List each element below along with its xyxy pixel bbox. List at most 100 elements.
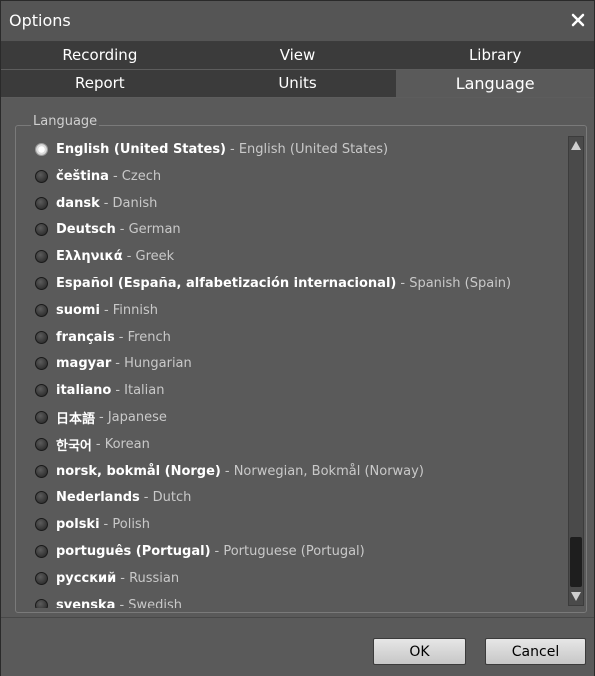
language-option[interactable]: Español (España, alfabetización internac…: [35, 272, 511, 294]
language-option[interactable]: suomi - Finnish: [35, 299, 158, 321]
radio-icon[interactable]: [35, 222, 48, 236]
language-english-name: - Norwegian, Bokmål (Norway): [225, 464, 424, 479]
radio-icon[interactable]: [35, 517, 48, 531]
language-option[interactable]: Nederlands - Dutch: [35, 486, 191, 508]
close-icon[interactable]: [570, 12, 586, 28]
language-option[interactable]: svenska - Swedish: [35, 594, 182, 608]
language-english-label: Polish: [112, 516, 150, 532]
radio-icon[interactable]: [35, 464, 48, 478]
radio-icon[interactable]: [35, 303, 48, 317]
separator: -: [119, 597, 129, 609]
language-option[interactable]: English (United States) - English (United…: [35, 138, 388, 160]
language-english-label: Czech: [121, 168, 162, 184]
language-english-label: Norwegian, Bokmål (Norway): [233, 463, 424, 479]
language-english-name: - Hungarian: [115, 356, 191, 371]
language-option[interactable]: dansk - Danish: [35, 192, 157, 214]
language-native-name: Ελληνικά: [56, 248, 123, 264]
radio-icon[interactable]: [35, 330, 48, 344]
tab-report[interactable]: Report: [1, 70, 199, 97]
separator: -: [126, 248, 136, 264]
language-option[interactable]: italiano - Italian: [35, 379, 164, 401]
language-english-name: - German: [120, 222, 181, 237]
radio-icon[interactable]: [35, 276, 48, 290]
language-option[interactable]: 日本語 - Japanese: [35, 406, 167, 428]
language-option[interactable]: čeština - Czech: [35, 165, 161, 187]
radio-icon[interactable]: [35, 356, 48, 370]
tab-row-1: Recording View Library: [1, 42, 594, 69]
scrollbar[interactable]: [568, 136, 584, 606]
language-native-name: 日本語: [56, 411, 96, 427]
language-english-label: Portuguese (Portugal): [223, 543, 365, 559]
language-english-label: Japanese: [107, 409, 167, 425]
options-dialog: Options Recording View Library Report Un…: [0, 0, 595, 676]
language-option[interactable]: magyar - Hungarian: [35, 352, 192, 374]
separator: -: [99, 409, 108, 425]
language-option[interactable]: 한국어 - Korean: [35, 433, 150, 455]
cancel-button[interactable]: Cancel: [485, 638, 586, 665]
tab-library[interactable]: Library: [396, 42, 594, 69]
radio-icon[interactable]: [35, 249, 48, 263]
language-english-name: - Danish: [104, 196, 158, 211]
tab-strip: Recording View Library Report Units Lang…: [1, 42, 595, 98]
radio-icon[interactable]: [35, 437, 48, 451]
language-option[interactable]: Ελληνικά - Greek: [35, 245, 174, 267]
language-option[interactable]: português (Portugal) - Portuguese (Portug…: [35, 540, 365, 562]
arrow-down-icon[interactable]: [569, 587, 583, 605]
language-native-name: italiano: [56, 382, 112, 398]
language-native-name: norsk, bokmål (Norge): [56, 463, 221, 479]
language-native-name: русский: [56, 570, 117, 586]
language-panel: Language English (United States) - Englis…: [1, 98, 594, 617]
language-english-label: German: [128, 221, 181, 237]
arrow-up-icon[interactable]: [569, 137, 583, 155]
radio-icon[interactable]: [35, 598, 48, 608]
separator: -: [230, 141, 239, 157]
language-english-label: Italian: [124, 382, 165, 398]
radio-icon[interactable]: [35, 196, 48, 210]
language-english-name: - French: [119, 330, 171, 345]
tab-view[interactable]: View: [199, 42, 397, 69]
button-bar: OK Cancel: [1, 617, 594, 676]
radio-icon[interactable]: [35, 571, 48, 585]
language-option[interactable]: norsk, bokmål (Norge) - Norwegian, Bokmål…: [35, 460, 424, 482]
ok-button[interactable]: OK: [373, 638, 466, 665]
radio-icon[interactable]: [35, 142, 48, 156]
radio-icon[interactable]: [35, 544, 48, 558]
separator: -: [95, 436, 105, 452]
language-native-name: dansk: [56, 195, 100, 211]
language-english-label: Finnish: [112, 302, 159, 318]
language-english-name: - Swedish: [119, 598, 182, 609]
tab-language[interactable]: Language: [396, 70, 595, 97]
language-native-name: Español (España, alfabetización internac…: [56, 275, 397, 291]
language-option[interactable]: русский - Russian: [35, 567, 179, 589]
radio-icon[interactable]: [35, 383, 48, 397]
tab-recording[interactable]: Recording: [1, 42, 199, 69]
language-option[interactable]: polski - Polish: [35, 513, 150, 535]
language-english-name: - Italian: [115, 383, 164, 398]
language-english-label: Greek: [135, 248, 175, 264]
language-english-name: - Polish: [104, 517, 150, 532]
language-option[interactable]: français - French: [35, 326, 171, 348]
language-option[interactable]: Deutsch - German: [35, 218, 181, 240]
language-list: English (United States) - English (United…: [35, 138, 565, 608]
tab-units[interactable]: Units: [199, 70, 397, 97]
radio-icon[interactable]: [35, 490, 48, 504]
language-native-name: 한국어: [56, 438, 92, 454]
language-native-name: English (United States): [56, 141, 227, 157]
language-english-label: English (United States): [238, 141, 389, 157]
language-native-name: Deutsch: [56, 221, 116, 237]
separator: -: [103, 195, 113, 211]
language-native-name: polski: [56, 516, 100, 532]
radio-icon[interactable]: [35, 410, 48, 424]
scrollbar-thumb[interactable]: [570, 537, 582, 587]
language-english-name: - English (United States): [230, 142, 388, 157]
language-english-label: Korean: [104, 436, 150, 452]
language-english-label: Danish: [112, 195, 158, 211]
separator: -: [115, 382, 125, 398]
language-english-label: Spanish (Spain): [409, 275, 512, 291]
language-english-name: - Czech: [113, 169, 161, 184]
language-english-label: Russian: [129, 570, 180, 586]
language-native-name: magyar: [56, 355, 112, 371]
language-native-name: čeština: [56, 168, 109, 184]
radio-icon[interactable]: [35, 169, 48, 183]
language-group-label: Language: [31, 114, 100, 129]
